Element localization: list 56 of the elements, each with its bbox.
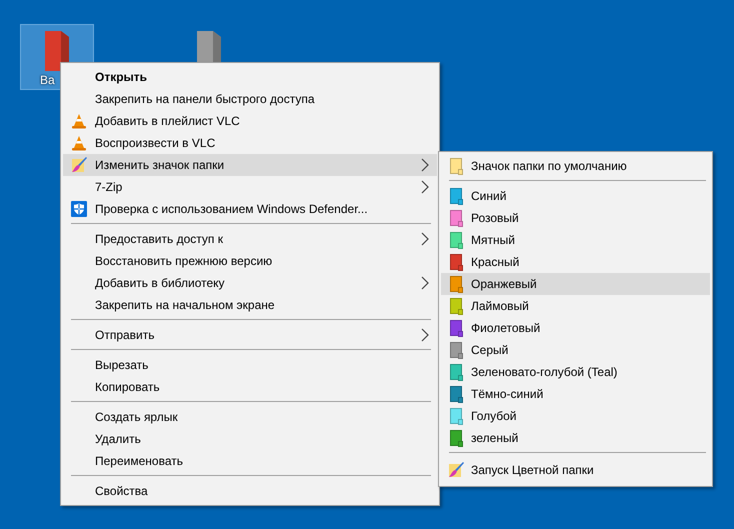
menu-item[interactable]: Вырезать [63, 354, 437, 376]
menu-item[interactable]: Запуск Цветной папки [441, 457, 710, 483]
menu-item[interactable]: 7-Zip [63, 176, 437, 198]
folder-label: Ва [40, 73, 55, 87]
menu-item[interactable]: Фиолетовый [441, 317, 710, 339]
menu-item[interactable]: зеленый [441, 427, 710, 449]
chevron-right-icon [421, 276, 429, 290]
paint-brush-icon [447, 461, 465, 479]
menu-item[interactable]: Удалить [63, 428, 437, 450]
menu-item[interactable]: Зеленовато-голубой (Teal) [441, 361, 710, 383]
folder-icon [450, 210, 462, 226]
menu-item[interactable]: Тёмно-синий [441, 383, 710, 405]
folder-icon [450, 320, 462, 336]
folder-icon [450, 188, 462, 204]
paint-brush-icon [70, 156, 88, 174]
chevron-right-icon [421, 232, 429, 246]
menu-item[interactable]: Воспроизвести в VLC [63, 132, 437, 154]
menu-item[interactable]: Лаймовый [441, 295, 710, 317]
chevron-right-icon [421, 158, 429, 172]
menu-item[interactable]: Розовый [441, 207, 710, 229]
menu-item[interactable]: Копировать [63, 376, 437, 398]
menu-item[interactable]: Закрепить на панели быстрого доступа [63, 88, 437, 110]
menu-item[interactable]: Синий [441, 185, 710, 207]
menu-item[interactable]: Оранжевый [441, 273, 710, 295]
traffic-cone-icon [71, 113, 87, 129]
folder-icon [450, 254, 462, 270]
chevron-right-icon [421, 180, 429, 194]
folder-icon [43, 31, 71, 73]
menu-item[interactable]: Проверка с использованием Windows Defender... [63, 198, 437, 220]
folder-icon [450, 386, 462, 402]
menu-item[interactable]: Голубой [441, 405, 710, 427]
folder-icon [450, 276, 462, 292]
menu-item[interactable]: Мятный [441, 229, 710, 251]
chevron-right-icon [421, 328, 429, 342]
menu-item[interactable]: Добавить в плейлист VLC [63, 110, 437, 132]
folder-icon [450, 408, 462, 424]
menu-item[interactable]: Переименовать [63, 450, 437, 472]
menu-item[interactable]: Добавить в библиотеку [63, 272, 437, 294]
folder-icon [450, 364, 462, 380]
menu-item[interactable]: Восстановить прежнюю версию [63, 250, 437, 272]
menu-item[interactable]: Закрепить на начальном экране [63, 294, 437, 316]
folder-icon [450, 158, 462, 174]
traffic-cone-icon [71, 135, 87, 151]
menu-item[interactable]: Свойства [63, 480, 437, 502]
folder-icon [450, 298, 462, 314]
menu-item[interactable]: Создать ярлык [63, 406, 437, 428]
folder-icon [450, 342, 462, 358]
menu-item[interactable]: Красный [441, 251, 710, 273]
menu-item[interactable]: Серый [441, 339, 710, 361]
folder-icon [450, 232, 462, 248]
shield-icon [71, 201, 87, 217]
menu-item[interactable]: Значок папки по умолчанию [441, 155, 710, 177]
menu-item[interactable]: Изменить значок папки [63, 154, 437, 176]
menu-item[interactable]: Отправить [63, 324, 437, 346]
menu-item[interactable]: Предоставить доступ к [63, 228, 437, 250]
folder-icon [450, 430, 462, 446]
